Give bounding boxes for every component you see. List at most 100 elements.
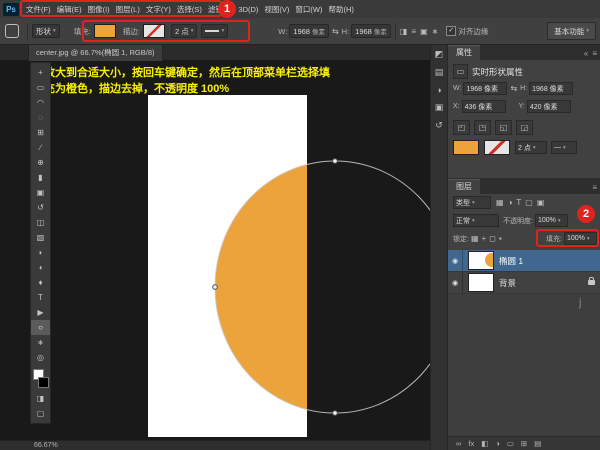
menu-edit[interactable]: 编辑(E) [54, 4, 85, 15]
path-arrange-icon[interactable]: ▣ [420, 27, 428, 36]
menu-view[interactable]: 视图(V) [261, 4, 292, 15]
properties-fill-swatch[interactable] [453, 140, 479, 155]
pen-tool[interactable]: ♦ [31, 275, 50, 290]
gear-icon[interactable]: ∗ [432, 27, 439, 36]
menu-window[interactable]: 窗口(W) [292, 4, 325, 15]
ellipse-shape-tool[interactable]: ○ [31, 320, 50, 335]
type-filter-icon[interactable]: T [516, 198, 521, 207]
color-swatches[interactable] [31, 367, 50, 391]
fill-opacity-field[interactable]: 100% ▾ [564, 232, 597, 245]
lasso-tool[interactable]: ◠ [31, 95, 50, 110]
shape-prop-icon-se[interactable]: ◲ [516, 120, 533, 135]
lock-all-icon[interactable]: ▪ [499, 234, 502, 243]
visibility-eye-icon[interactable]: ◉ [448, 272, 463, 293]
document-tab[interactable]: center.jpg @ 66.7%(椭圆 1, RGB/8) [28, 44, 163, 61]
align-edges-checkbox[interactable]: ✓ [446, 26, 456, 36]
crop-tool[interactable]: ⊞ [31, 125, 50, 140]
pixel-filter-icon[interactable]: ▦ [496, 198, 504, 207]
shape-height-input[interactable]: 1968 像素 [351, 24, 391, 38]
layer-row-background[interactable]: ◉ 背景 [448, 272, 600, 294]
layer-name[interactable]: 背景 [499, 277, 516, 289]
link-dimensions-icon[interactable]: ⇆ [332, 27, 339, 36]
layer-row-ellipse[interactable]: ◉ 椭圆 1 [448, 250, 600, 272]
layer-group-icon[interactable]: ▭ [507, 439, 514, 448]
layer-thumbnail[interactable] [468, 251, 494, 270]
anchor-point-bottom[interactable] [333, 411, 338, 416]
screen-mode-icon[interactable]: ▢ [31, 406, 50, 421]
tool-mode-select[interactable]: 形状 ▾ [32, 24, 60, 38]
styles-panel-icon[interactable]: ▣ [435, 102, 444, 113]
prop-y-field[interactable]: 420 像素 [527, 100, 571, 113]
workspace-switcher-button[interactable]: 基本功能 ▾ [547, 22, 596, 40]
collapse-panels-icon[interactable]: « [584, 49, 588, 58]
prop-x-field[interactable]: 436 像素 [462, 100, 506, 113]
zoom-level[interactable]: 66.67% [34, 442, 58, 449]
background-color-swatch[interactable] [38, 377, 49, 388]
anchor-point-top[interactable] [333, 159, 338, 164]
clone-stamp-tool[interactable]: ▣ [31, 185, 50, 200]
eraser-tool[interactable]: ◫ [31, 215, 50, 230]
lock-transparency-icon[interactable]: ▦ [471, 234, 479, 243]
hand-tool[interactable]: ∗ [31, 335, 50, 350]
opacity-field[interactable]: 100% ▾ [535, 214, 568, 227]
menu-type[interactable]: 文字(Y) [143, 4, 174, 15]
adjustment-layer-icon[interactable]: ◑ [495, 439, 500, 448]
new-layer-icon[interactable]: ⊞ [521, 439, 527, 448]
marquee-tool[interactable]: ▭ [31, 80, 50, 95]
history-panel-icon[interactable]: ↺ [435, 120, 443, 131]
anchor-point-left[interactable] [213, 285, 218, 290]
layer-mask-icon[interactable]: ◧ [481, 439, 488, 448]
eyedropper-tool[interactable]: ∕ [31, 140, 50, 155]
prop-h-field[interactable]: 1968 像素 [529, 82, 573, 95]
brush-tool[interactable]: ▮ [31, 170, 50, 185]
delete-layer-icon[interactable]: ▤ [534, 439, 541, 448]
menu-layer[interactable]: 图层(L) [113, 4, 143, 15]
layer-name[interactable]: 椭圆 1 [499, 255, 523, 267]
blur-tool[interactable]: ◗ [31, 245, 50, 260]
color-panel-icon[interactable]: ◩ [435, 49, 444, 60]
adjustment-filter-icon[interactable]: ◑ [508, 198, 513, 207]
menu-select[interactable]: 选择(S) [174, 4, 205, 15]
lock-pixels-icon[interactable]: + [482, 234, 487, 243]
lock-position-icon[interactable]: ◻ [489, 234, 496, 243]
link-layers-icon[interactable]: ∞ [456, 439, 461, 448]
shape-prop-icon-ne[interactable]: ◳ [474, 120, 491, 135]
layer-effects-icon[interactable]: fx [468, 439, 474, 448]
quick-mask-icon[interactable]: ◨ [31, 391, 50, 406]
layer-filter-select[interactable]: 类型 ▾ [453, 196, 491, 209]
shape-width-input[interactable]: 1968 像素 [289, 24, 329, 38]
zoom-tool[interactable]: ◎ [31, 350, 50, 365]
fill-color-swatch[interactable] [94, 24, 116, 38]
gradient-tool[interactable]: ▧ [31, 230, 50, 245]
stroke-type-select[interactable]: ▾ [201, 24, 228, 38]
shape-filter-icon[interactable]: ▢ [525, 198, 533, 207]
swatches-panel-icon[interactable]: ▤ [435, 67, 444, 78]
shape-prop-icon-nw[interactable]: ◰ [453, 120, 470, 135]
layer-thumbnail[interactable] [468, 273, 494, 292]
path-selection-tool[interactable]: ▶ [31, 305, 50, 320]
shape-prop-icon-sw[interactable]: ◱ [495, 120, 512, 135]
canvas-area[interactable] [0, 60, 430, 440]
quick-selection-tool[interactable]: ◌ [31, 110, 50, 125]
type-tool[interactable]: T [31, 290, 50, 305]
visibility-eye-icon[interactable]: ◉ [448, 250, 463, 271]
smart-object-filter-icon[interactable]: ▣ [537, 198, 545, 207]
stroke-color-swatch[interactable] [143, 24, 165, 38]
history-brush-tool[interactable]: ↺ [31, 200, 50, 215]
panel-menu-icon[interactable]: ≡ [592, 49, 597, 58]
stroke-width-select[interactable]: 2 点 ▾ [171, 24, 198, 38]
menu-image[interactable]: 图像(I) [85, 4, 113, 15]
tab-layers[interactable]: 图层 [448, 179, 480, 194]
healing-brush-tool[interactable]: ⊕ [31, 155, 50, 170]
path-alignment-icon[interactable]: ≡ [411, 27, 416, 36]
properties-stroke-style-select[interactable]: — ▾ [551, 141, 577, 154]
link-dimensions-icon[interactable]: ⇆ [510, 84, 517, 93]
adjustments-panel-icon[interactable]: ◑ [436, 85, 441, 95]
path-operations-icon[interactable]: ◨ [400, 27, 408, 36]
properties-stroke-swatch[interactable] [484, 140, 510, 155]
panel-menu-icon[interactable]: ≡ [592, 183, 597, 192]
properties-stroke-width-select[interactable]: 2 点 ▾ [515, 141, 547, 154]
move-tool[interactable]: + [31, 65, 50, 80]
menu-file[interactable]: 文件(F) [23, 4, 54, 15]
blend-mode-select[interactable]: 正常 ▾ [453, 214, 499, 227]
